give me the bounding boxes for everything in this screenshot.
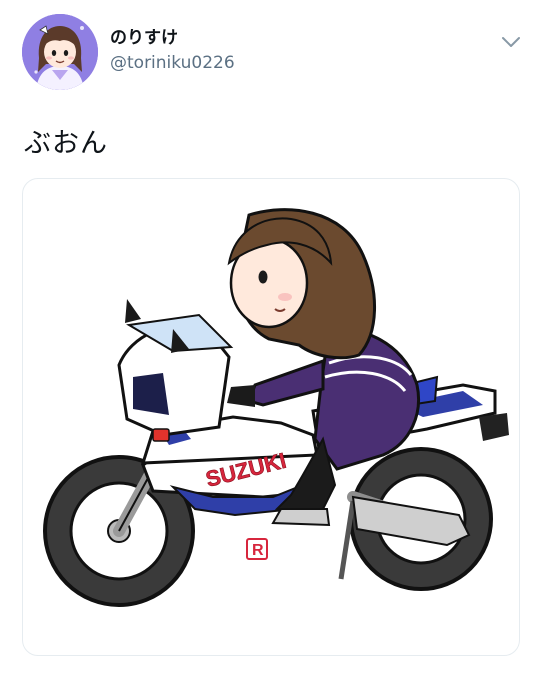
user-avatar[interactable] (22, 14, 98, 90)
tweet-image[interactable]: SUZUKI R (22, 178, 520, 656)
tweet-text: ぶおん (24, 128, 108, 159)
display-name[interactable]: のりすけ (110, 27, 235, 49)
tweet-header: のりすけ @toriniku0226 (22, 14, 522, 94)
r-badge: R (246, 538, 268, 560)
user-names: のりすけ @toriniku0226 (110, 27, 235, 75)
user-handle[interactable]: @toriniku0226 (110, 51, 235, 75)
front-fairing (117, 299, 234, 442)
motorcycle-illustration: SUZUKI R (43, 208, 509, 607)
chevron-down-icon[interactable] (500, 34, 522, 48)
girl-avatar-icon (22, 14, 98, 90)
badge-letter: R (252, 542, 264, 559)
